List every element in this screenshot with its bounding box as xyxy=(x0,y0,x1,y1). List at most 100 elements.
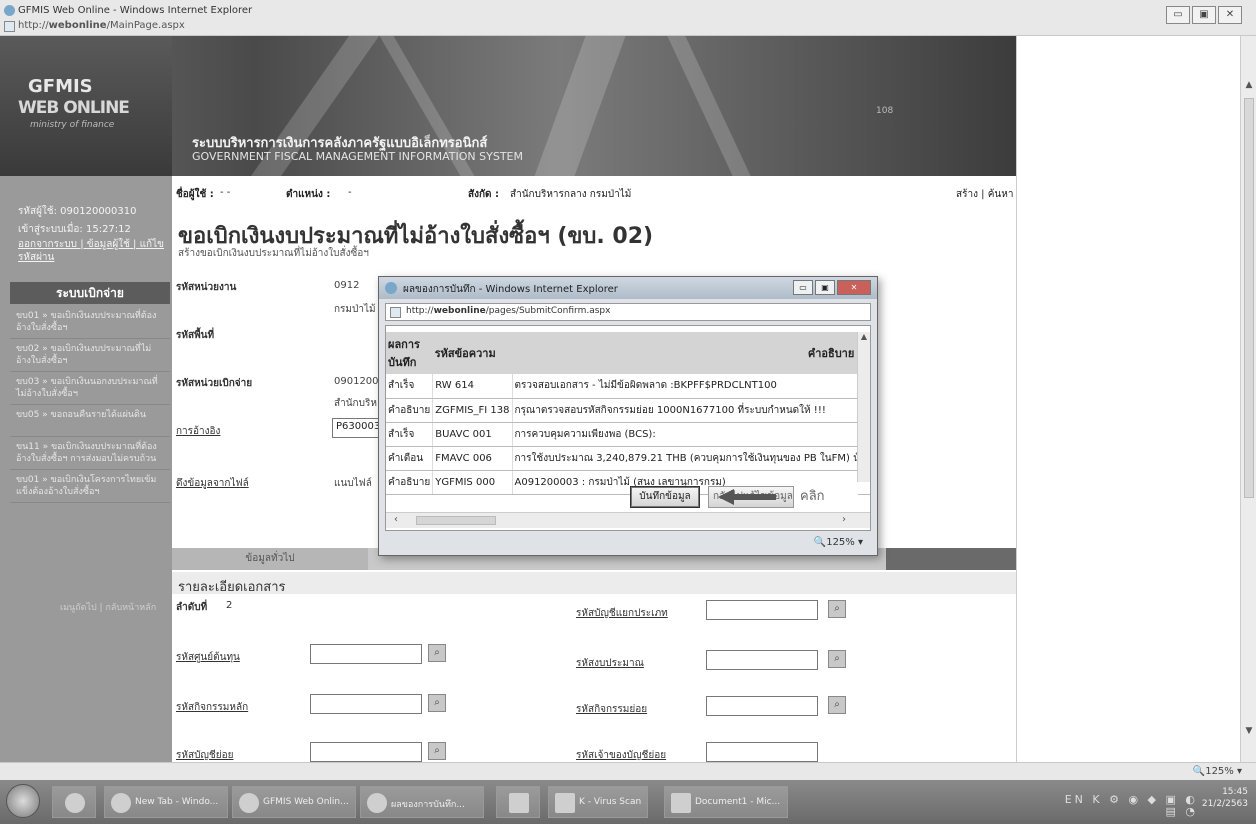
menu-item-kb01-thai[interactable]: ขบ01 » ขอเบิกเงินโครงการไทยเข้มแข็งต้องอ… xyxy=(10,470,170,503)
sub-account-search-icon[interactable]: ⌕ xyxy=(428,742,446,760)
budget-code-input[interactable] xyxy=(706,650,818,670)
taskbar-item-word[interactable]: Document1 - Mic... xyxy=(664,786,788,818)
address-bar[interactable]: http://webonline/MainPage.aspx xyxy=(18,20,185,31)
cost-center-label[interactable]: รหัสศูนย์ต้นทุน xyxy=(176,650,240,665)
budget-code-label[interactable]: รหัสงบประมาณ xyxy=(576,656,644,671)
scroll-up-icon[interactable]: ▲ xyxy=(1243,80,1255,94)
windows-taskbar: New Tab - Windo... GFMIS Web Onlin... ผล… xyxy=(0,780,1256,824)
taskbar-item-new-tab[interactable]: New Tab - Windo... xyxy=(104,786,228,818)
menu-item-kn11[interactable]: ขน11 » ขอเบิกเงินงบประมาณที่ต้องอ้างใบสั… xyxy=(10,437,170,470)
taskbar-item-label: ผลของการบันทึก... xyxy=(391,800,465,810)
gl-account-input[interactable] xyxy=(706,600,818,620)
attach-file-label[interactable]: แนบไฟล์ xyxy=(334,476,372,491)
agency-code-value: 0912 xyxy=(334,280,360,291)
url-host: webonline xyxy=(48,20,107,31)
taskbar-item-submit-result[interactable]: ผลของการบันทึก... xyxy=(360,786,484,818)
system-title-en: GOVERNMENT FISCAL MANAGEMENT INFORMATION… xyxy=(192,150,523,163)
page-scrollbar[interactable]: ▲ ▼ xyxy=(1240,36,1256,762)
ie-icon xyxy=(367,793,387,813)
maximize-button[interactable]: ▣ xyxy=(1192,6,1216,24)
gl-account-search-icon[interactable]: ⌕ xyxy=(828,600,846,618)
main-activity-label[interactable]: รหัสกิจกรรมหลัก xyxy=(176,700,248,715)
row-result: สำเร็จ xyxy=(386,374,434,399)
taskbar-item-gfmis[interactable]: GFMIS Web Onlin... xyxy=(232,786,356,818)
menu-item-kb05[interactable]: ขบ05 » ขอถอนคืนรายได้แผ่นดิน xyxy=(10,405,170,437)
dialog-minimize-button[interactable]: ▭ xyxy=(793,280,813,295)
dialog-url-scheme: http:// xyxy=(406,306,434,316)
disbursement-unit-code: 0901200 xyxy=(334,376,379,387)
table-row: คำอธิบาย ZGFMIS_FI 138 กรุณาตรวจสอบรหัสก… xyxy=(386,398,870,423)
gl-account-label[interactable]: รหัสบัญชีแยกประเภท xyxy=(576,606,668,621)
dialog-address-bar[interactable]: http://webonline/pages/SubmitConfirm.asp… xyxy=(385,303,871,321)
taskbar-item-label: K - Virus Scan xyxy=(579,797,642,807)
taskbar-media-player[interactable] xyxy=(52,786,96,818)
user-name-label: ชื่อผู้ใช้ : xyxy=(176,189,214,200)
reference-label[interactable]: การอ้างอิง xyxy=(176,424,220,439)
scroll-left-icon[interactable]: ‹ xyxy=(394,514,398,525)
clock-date[interactable]: 21/2/2563 xyxy=(1202,798,1248,810)
clock-time[interactable]: 15:45 xyxy=(1202,786,1248,798)
zoom-level[interactable]: 🔍125% ▾ xyxy=(1193,766,1242,777)
window-title: GFMIS Web Online - Windows Internet Expl… xyxy=(18,5,253,16)
menu-item-kb02[interactable]: ขบ02 » ขอเบิกเงินงบประมาณที่ไม่อ้างใบสั่… xyxy=(10,339,170,372)
taskbar-item-label: New Tab - Windo... xyxy=(135,797,219,807)
dialog-maximize-button[interactable]: ▣ xyxy=(815,280,835,295)
sub-account-owner-input[interactable] xyxy=(706,742,818,762)
create-search-links[interactable]: สร้าง | ค้นหา xyxy=(956,187,1013,202)
sub-activity-search-icon[interactable]: ⌕ xyxy=(828,696,846,714)
tab-general-info[interactable]: ข้อมูลทั่วไป xyxy=(172,548,368,570)
main-activity-input[interactable] xyxy=(310,694,422,714)
dialog-window-controls: ▭ ▣ ✕ xyxy=(791,280,871,295)
taskbar-explorer[interactable] xyxy=(496,786,540,818)
sub-account-owner-label[interactable]: รหัสเจ้าของบัญชีย่อย xyxy=(576,748,666,763)
cost-center-search-icon[interactable]: ⌕ xyxy=(428,644,446,662)
sub-account-label[interactable]: รหัสบัญชีย่อย xyxy=(176,748,233,763)
ie-icon xyxy=(4,5,15,16)
dialog-scroll-thumb[interactable] xyxy=(416,516,496,525)
disbursement-unit-label: รหัสหน่วยเบิกจ่าย xyxy=(176,378,253,389)
row-code: RW 614 xyxy=(432,374,513,399)
scroll-down-icon[interactable]: ▼ xyxy=(1243,726,1255,740)
dialog-horizontal-scrollbar[interactable]: ‹ › xyxy=(386,512,870,528)
taskbar-item-virus-scan[interactable]: K - Virus Scan xyxy=(548,786,648,818)
row-description: ตรวจสอบเอกสาร - ไม่มีข้อผิดพลาด :BKPFF$P… xyxy=(512,374,870,399)
sub-account-input[interactable] xyxy=(310,742,422,762)
menu-item-kb01[interactable]: ขบ01 » ขอเบิกเงินงบประมาณที่ต้องอ้างใบสั… xyxy=(10,306,170,339)
result-table-header: ผลการบันทึก รหัสข้อความ คำอธิบาย xyxy=(386,332,870,374)
main-activity-search-icon[interactable]: ⌕ xyxy=(428,694,446,712)
header-message-code: รหัสข้อความ xyxy=(432,332,512,374)
dialog-close-button[interactable]: ✕ xyxy=(837,280,871,295)
language-indicator[interactable]: EN xyxy=(1065,793,1086,806)
browser-titlebar: GFMIS Web Online - Windows Internet Expl… xyxy=(0,0,1256,36)
cost-center-input[interactable] xyxy=(310,644,422,664)
row-description: การใช้งบประมาณ 3,240,879.21 THB (ควบคุมก… xyxy=(512,446,870,471)
tray-icons[interactable]: EN K ⚙ ◉ ◆ ▣ ◐ ▤ ◔ xyxy=(1048,794,1198,818)
row-code: ZGFMIS_FI 138 xyxy=(432,398,513,423)
table-row: สำเร็จ BUAVC 001 การควบคุมความเพียงพอ (B… xyxy=(386,422,870,447)
sub-activity-label[interactable]: รหัสกิจกรรมย่อย xyxy=(576,702,647,717)
gfmis-banner: GFMIS WEB ONLINE ministry of finance ระบ… xyxy=(0,36,1016,176)
dialog-titlebar: ผลของการบันทึก - Windows Internet Explor… xyxy=(379,277,877,299)
minimize-button[interactable]: ▭ xyxy=(1166,6,1190,24)
sub-activity-input[interactable] xyxy=(706,696,818,716)
save-data-button[interactable]: บันทึกข้อมูล xyxy=(630,486,700,508)
row-code: FMAVC 006 xyxy=(432,446,513,471)
position-value: - xyxy=(348,187,352,198)
position-label: ตำแหน่ง : xyxy=(286,189,331,200)
import-from-file-link[interactable]: ดึงข้อมูลจากไฟล์ xyxy=(176,476,249,491)
scroll-right-icon[interactable]: › xyxy=(842,514,846,525)
start-button[interactable] xyxy=(6,784,40,818)
menu-footer-links[interactable]: เมนูถัดไป | กลับหน้าหลัก xyxy=(60,600,156,614)
scroll-thumb[interactable] xyxy=(1244,98,1254,498)
dialog-vertical-scrollbar[interactable]: ▲ xyxy=(857,332,870,482)
reference-input[interactable]: P6300032 xyxy=(332,418,387,438)
row-result: คำเตือน xyxy=(386,446,434,471)
taskbar-item-label: GFMIS Web Onlin... xyxy=(263,797,349,807)
menu-item-kb03[interactable]: ขบ03 » ขอเบิกเงินนอกงบประมาณที่ไม่อ้างใบ… xyxy=(10,372,170,405)
account-links[interactable]: ออกจากระบบ | ข้อมูลผู้ใช้ | แก้ไขรหัสผ่า… xyxy=(18,238,168,264)
close-button[interactable]: ✕ xyxy=(1218,6,1242,24)
user-info-bar: ชื่อผู้ใช้ : - - ตำแหน่ง : - สังกัด : สำ… xyxy=(172,176,1016,206)
budget-code-search-icon[interactable]: ⌕ xyxy=(828,650,846,668)
dialog-zoom-level[interactable]: 🔍125% ▾ xyxy=(814,537,863,548)
login-time: เข้าสู่ระบบเมื่อ: 15:27:12 xyxy=(18,224,131,235)
